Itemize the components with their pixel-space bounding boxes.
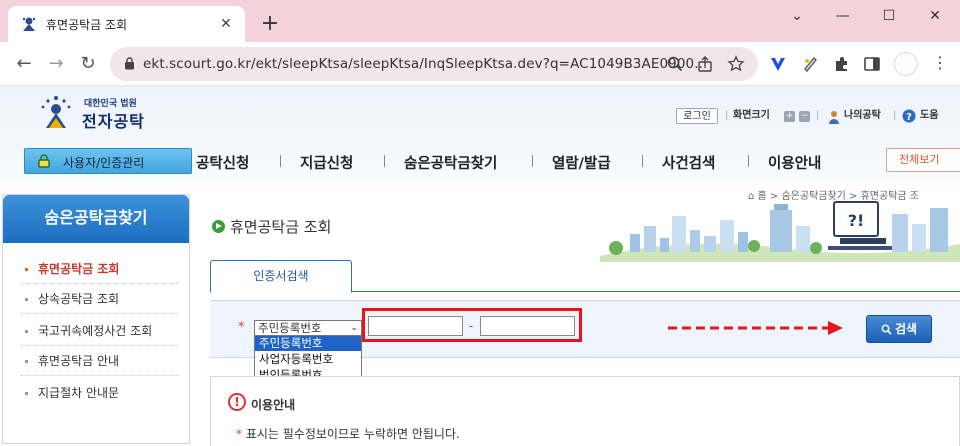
gnb-payment-apply[interactable]: 지급신청 [300, 152, 353, 172]
city-banner-illustration-icon: ?! [600, 201, 960, 262]
bullet-icon [25, 268, 28, 271]
bookmark-star-icon[interactable] [727, 55, 745, 73]
title-arrow-icon [212, 220, 225, 233]
forward-icon[interactable]: → [44, 52, 68, 76]
puzzle-icon[interactable] [832, 54, 852, 74]
util-separator: | [725, 110, 729, 121]
sidebar-item-payment-procedure[interactable]: 지급절차 안내문 [25, 383, 119, 403]
id-type-select[interactable]: 주민등록번호 ⌄ [254, 320, 362, 336]
zoom-in-button[interactable]: + [784, 111, 795, 122]
zoom-out-button[interactable]: − [799, 111, 810, 122]
required-mark: * [238, 320, 245, 335]
view-all-button[interactable]: 전체보기 [886, 148, 960, 172]
dashed-arrow-icon [668, 321, 843, 335]
sidebar-item-inheritance-deposit[interactable]: 상속공탁금 조회 [25, 289, 119, 309]
sidebar: 숨은공탁금찾기 휴면공탁금 조회 상속공탁금 조회 국고귀속예정사건 조회 휴면… [2, 194, 190, 444]
help-icon[interactable]: ? [902, 109, 916, 123]
browser-tab-title: 휴면공탁금 조회 [46, 18, 128, 32]
cert-lock-icon [38, 154, 50, 168]
gnb-divider [280, 155, 281, 167]
gnb-deposit-apply[interactable]: 공탁신청 [196, 152, 249, 172]
maximize-window-button[interactable]: ☐ [866, 4, 912, 28]
court-favicon-icon [22, 17, 36, 31]
id-dash: - [469, 319, 474, 333]
browser-tab[interactable]: 휴면공탁금 조회 ✕ [8, 6, 245, 42]
gnb-view-issue[interactable]: 열람/발급 [552, 152, 611, 172]
util-separator: | [816, 110, 820, 121]
gnb-hidden-deposit-find[interactable]: 숨은공탁금찾기 [404, 152, 497, 172]
sidepanel-icon[interactable] [862, 54, 882, 74]
zoom-icon[interactable] [666, 55, 684, 73]
court-logo-icon[interactable] [36, 92, 76, 132]
tab-search-chevron-icon[interactable]: ⌄ [774, 4, 820, 28]
alert-icon: ! [228, 393, 246, 411]
id-first-part-input[interactable] [368, 316, 463, 336]
notice-required-text: 표시는 필수정보이므로 누락하면 안됩니다. [245, 427, 460, 441]
divider [21, 313, 179, 314]
search-button-label: 검색 [894, 322, 918, 336]
svg-text:?!: ?! [848, 211, 865, 230]
gnb-divider [748, 155, 749, 167]
id-type-selected-value: 주민등록번호 [258, 321, 322, 335]
close-window-button[interactable]: ✕ [912, 4, 958, 28]
gnb-usage-guide[interactable]: 이용안내 [768, 152, 821, 172]
user-cert-management-label: 사용자/인증관리 [63, 156, 145, 170]
browser-toolbar: ← → ↻ ekt.scourt.go.kr/ekt/sleepKtsa/sle… [0, 42, 960, 86]
tab-cert-search[interactable]: 인증서검색 [210, 260, 352, 293]
id-second-part-input[interactable] [480, 316, 575, 336]
divider [21, 283, 179, 284]
sidebar-item-escheat-cases[interactable]: 국고귀속예정사건 조회 [25, 321, 152, 341]
util-separator: | [893, 110, 897, 121]
url-text[interactable]: ekt.scourt.go.kr/ekt/sleepKtsa/sleepKtsa… [143, 56, 707, 72]
minimize-window-button[interactable]: — [820, 4, 866, 28]
user-cert-management-button[interactable]: 사용자/인증관리 [24, 148, 192, 174]
notice-text: * 표시는 필수정보이므로 누락하면 안됩니다. [236, 425, 460, 442]
reload-icon[interactable]: ↻ [76, 52, 100, 76]
required-mark: * [236, 427, 242, 441]
bullet-icon [25, 330, 28, 333]
sidebar-title: 숨은공탁금찾기 [3, 195, 189, 243]
profile-avatar-icon[interactable] [894, 52, 918, 76]
gnb-divider [642, 155, 643, 167]
logo-title[interactable]: 전자공탁 [82, 108, 145, 132]
divider [21, 345, 179, 346]
back-icon[interactable]: ← [12, 52, 36, 76]
browser-tab-bar: 휴면공탁금 조회 ✕ + ⌄ — ☐ ✕ [0, 0, 960, 42]
address-bar[interactable]: ekt.scourt.go.kr/ekt/sleepKtsa/sleepKtsa… [110, 47, 758, 81]
extension-v-icon[interactable] [768, 54, 788, 74]
bullet-icon [25, 360, 28, 363]
divider [21, 375, 179, 376]
svg-text:?: ? [906, 112, 912, 123]
gnb-case-search[interactable]: 사건검색 [662, 152, 715, 172]
gnb-divider [532, 155, 533, 167]
gnb-divider [384, 155, 385, 167]
option-resident-number[interactable]: 주민등록번호 [255, 336, 361, 351]
login-button[interactable]: 로그인 [676, 108, 718, 124]
share-icon[interactable] [696, 55, 714, 73]
extension-pen-icon[interactable] [800, 54, 820, 74]
sidebar-item-dormant-guide[interactable]: 휴면공탁금 안내 [25, 351, 119, 371]
bullet-icon [25, 298, 28, 301]
close-tab-icon[interactable]: ✕ [217, 15, 235, 33]
bullet-icon [25, 392, 28, 395]
page-viewport: 대한민국 법원 전자공탁 로그인 | 화면크기 + − | 나의공탁 | ? 도… [0, 86, 960, 446]
notice-title: 이용안내 [251, 398, 296, 412]
menu-kebab-icon[interactable]: ⋮ [932, 54, 948, 74]
option-business-number[interactable]: 사업자등록번호 [255, 352, 361, 367]
chevron-down-icon: ⌄ [350, 323, 358, 333]
sidebar-item-dormant-deposit[interactable]: 휴면공탁금 조회 [25, 259, 119, 279]
person-icon [829, 111, 839, 124]
search-button[interactable]: 검색 [866, 315, 932, 343]
page-title: 휴면공탁금 조회 [230, 218, 332, 236]
new-tab-button[interactable]: + [258, 13, 282, 37]
help-link[interactable]: 도움 [920, 108, 938, 124]
lock-icon [125, 57, 134, 70]
my-deposit-link[interactable]: 나의공탁 [844, 108, 881, 124]
search-icon [881, 324, 892, 335]
screen-size-label: 화면크기 [733, 110, 770, 121]
